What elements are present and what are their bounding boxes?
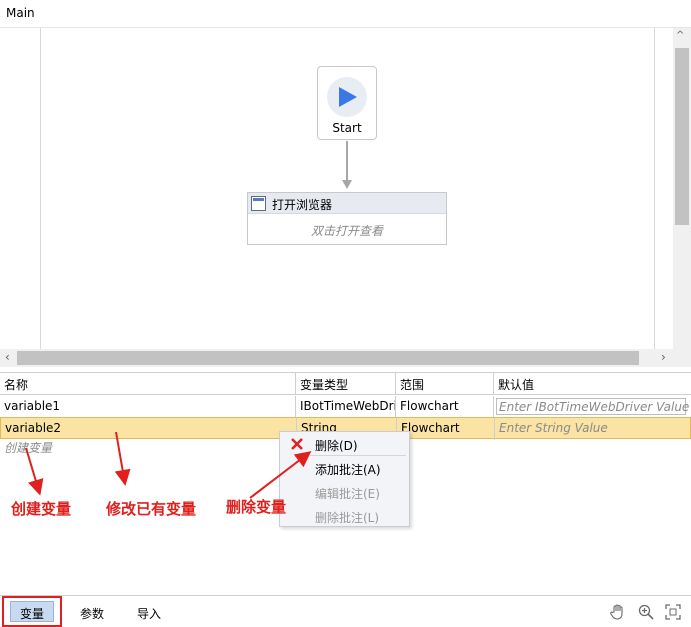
browser-icon <box>251 196 266 211</box>
activity-hint: 双击打开查看 <box>310 224 383 238</box>
horizontal-scrollbar[interactable]: ‹ › <box>0 349 691 367</box>
column-header-name[interactable]: 名称 <box>0 373 296 395</box>
annotation-modify-variable: 修改已有变量 <box>106 500 197 518</box>
grid-header: 名称 变量类型 范围 默认值 <box>0 373 691 395</box>
fit-screen-icon[interactable] <box>664 603 682 621</box>
menu-item-label: 删除(D) <box>315 439 358 453</box>
table-row[interactable]: variable1 IBotTimeWebDriv Flowchart Ente… <box>0 396 691 418</box>
vertical-scroll-thumb[interactable] <box>675 48 689 225</box>
play-icon <box>327 77 367 117</box>
variable-type-cell[interactable]: IBotTimeWebDriv <box>296 396 396 418</box>
menu-item-label: 编辑批注(E) <box>315 487 380 501</box>
menu-item-label: 添加批注(A) <box>315 463 381 477</box>
menu-item-edit-annotation: 编辑批注(E) <box>280 480 409 504</box>
tab-variables-label: 变量 <box>10 601 54 622</box>
flow-connector <box>346 141 348 181</box>
start-label: Start <box>332 121 362 135</box>
variable-scope-cell[interactable]: Flowchart <box>397 418 495 440</box>
variable-default-cell[interactable]: Enter String Value <box>495 418 691 440</box>
flow-arrowhead <box>342 180 352 189</box>
workflow-designer[interactable]: Start 打开浏览器 双击打开查看 ^ <box>0 28 691 352</box>
menu-item-delete[interactable]: 删除(D) <box>280 432 409 456</box>
menu-item-label: 删除批注(L) <box>315 511 380 525</box>
horizontal-scroll-thumb[interactable] <box>17 351 639 365</box>
menu-item-add-annotation[interactable]: 添加批注(A) <box>280 456 409 480</box>
activity-title: 打开浏览器 <box>272 198 333 212</box>
start-node[interactable]: Start <box>317 66 377 140</box>
variable-scope-cell[interactable]: Flowchart <box>396 396 494 418</box>
column-header-type[interactable]: 变量类型 <box>296 373 396 395</box>
default-value-input[interactable]: Enter IBotTimeWebDriver Value <box>496 398 689 415</box>
tab-arguments[interactable]: 参数 <box>70 596 114 627</box>
variable-default-cell[interactable]: Enter IBotTimeWebDriver Value <box>494 396 690 418</box>
menu-item-delete-annotation: 删除批注(L) <box>280 504 409 528</box>
create-variable-label[interactable]: 创建变量 <box>4 439 52 456</box>
scroll-up-arrow-icon[interactable]: ^ <box>676 30 684 41</box>
designer-title-bar: Main <box>0 0 691 28</box>
designer-title: Main <box>6 6 35 20</box>
zoom-in-icon[interactable] <box>637 603 655 621</box>
annotation-create-variable: 创建变量 <box>11 500 72 518</box>
bottom-tab-bar: 变量 参数 导入 <box>0 596 691 627</box>
delete-x-icon <box>291 438 303 450</box>
annotation-delete-variable: 删除变量 <box>226 498 287 516</box>
variable-name-cell[interactable]: variable1 <box>0 396 296 418</box>
column-header-scope[interactable]: 范围 <box>396 373 494 395</box>
tab-imports[interactable]: 导入 <box>127 596 171 627</box>
variable-name-cell[interactable]: variable2 <box>1 418 297 440</box>
context-menu[interactable]: 删除(D) 添加批注(A) 编辑批注(E) 删除批注(L) <box>279 431 410 527</box>
tab-variables[interactable]: 变量 <box>2 596 62 627</box>
default-value-input[interactable]: Enter String Value <box>497 420 687 437</box>
activity-header: 打开浏览器 <box>248 193 446 214</box>
open-browser-activity[interactable]: 打开浏览器 双击打开查看 <box>247 192 447 245</box>
column-header-default[interactable]: 默认值 <box>494 373 690 395</box>
vertical-scrollbar[interactable]: ^ <box>673 28 691 350</box>
scroll-left-arrow-icon[interactable]: ‹ <box>5 350 10 364</box>
hand-pan-icon[interactable] <box>609 603 627 621</box>
scroll-right-arrow-icon[interactable]: › <box>661 350 666 364</box>
